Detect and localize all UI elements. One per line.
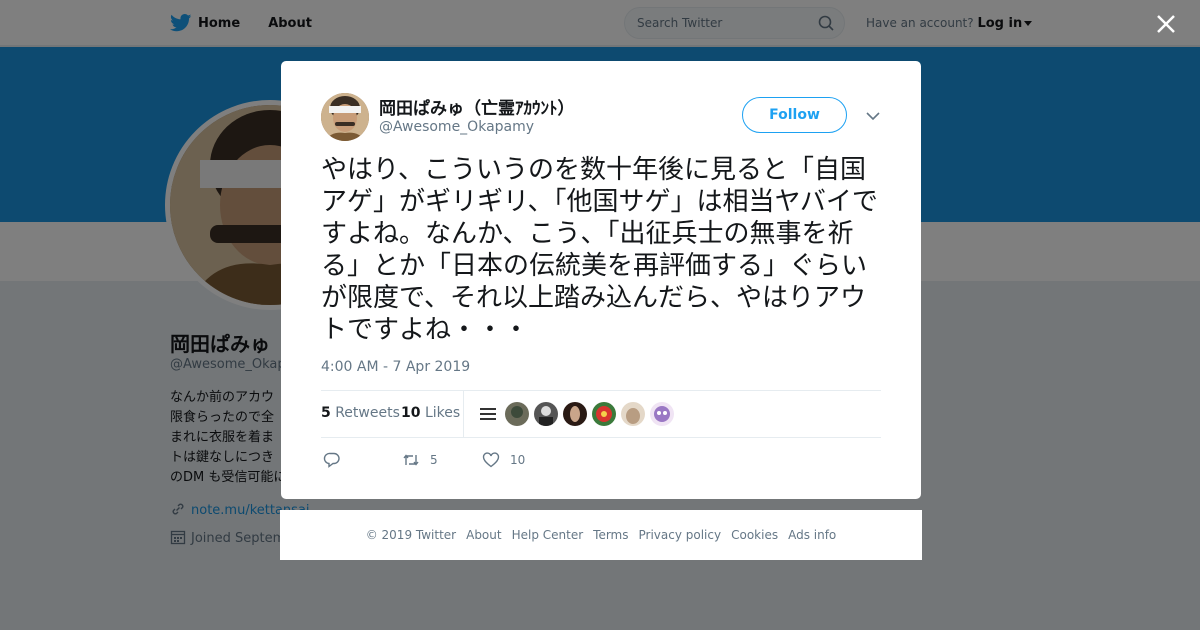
like-count: 10 (510, 453, 526, 467)
tweet-actions: 5 10 (321, 449, 621, 473)
liker-avatar[interactable] (476, 402, 500, 426)
retweets-stat[interactable]: 5 Retweets (321, 405, 400, 421)
footer-terms-link[interactable]: Terms (593, 528, 628, 542)
retweet-count: 5 (430, 453, 438, 467)
retweet-icon (403, 454, 419, 466)
tweet-author-name[interactable]: 岡田ぱみゅ（亡霊ｱｶｳﾝﾄ） (379, 94, 575, 119)
retweet-button[interactable]: 5 (402, 451, 438, 469)
likes-stat[interactable]: 10 Likes (401, 405, 460, 421)
tweet-stats: 5 Retweets 10 Likes (321, 390, 881, 438)
footer-copyright: © 2019 Twitter (365, 528, 457, 542)
tweet-text: やはり、こういうのを数十年後に見ると「自国アゲ」がギリギリ、「他国サゲ」は相当ヤ… (321, 155, 878, 345)
heart-icon (482, 452, 500, 468)
tweet-modal: 岡田ぱみゅ（亡霊ｱｶｳﾝﾄ） @Awesome_Okapamy Follow や… (281, 61, 921, 499)
tweet-author-avatar[interactable] (321, 93, 369, 141)
modal-footer: © 2019 Twitter About Help Center Terms P… (280, 510, 922, 560)
liker-avatar[interactable] (534, 402, 558, 426)
like-button[interactable]: 10 (482, 451, 525, 469)
likes-count: 10 (401, 405, 421, 421)
author-avatar-image (321, 93, 369, 141)
stats-divider (463, 391, 464, 437)
footer-privacy-link[interactable]: Privacy policy (639, 528, 722, 542)
liker-avatars (476, 402, 679, 426)
liker-avatar[interactable] (621, 402, 645, 426)
retweets-label: Retweets (335, 405, 400, 421)
close-icon[interactable] (1155, 13, 1177, 35)
reply-icon (323, 452, 340, 468)
retweets-count: 5 (321, 405, 331, 421)
chevron-down-icon[interactable] (865, 110, 881, 122)
footer-about-link[interactable]: About (466, 528, 501, 542)
tweet-author-handle[interactable]: @Awesome_Okapamy (379, 119, 534, 135)
liker-avatar[interactable] (563, 402, 587, 426)
liker-avatar[interactable] (505, 402, 529, 426)
footer-ads-link[interactable]: Ads info (788, 528, 836, 542)
tweet-timestamp[interactable]: 4:00 AM - 7 Apr 2019 (321, 359, 470, 375)
footer-cookies-link[interactable]: Cookies (731, 528, 778, 542)
liker-avatar[interactable] (592, 402, 616, 426)
follow-button[interactable]: Follow (742, 97, 847, 133)
liker-avatar[interactable] (650, 402, 674, 426)
reply-button[interactable] (323, 451, 351, 469)
footer-help-link[interactable]: Help Center (512, 528, 584, 542)
likes-label: Likes (424, 405, 461, 421)
